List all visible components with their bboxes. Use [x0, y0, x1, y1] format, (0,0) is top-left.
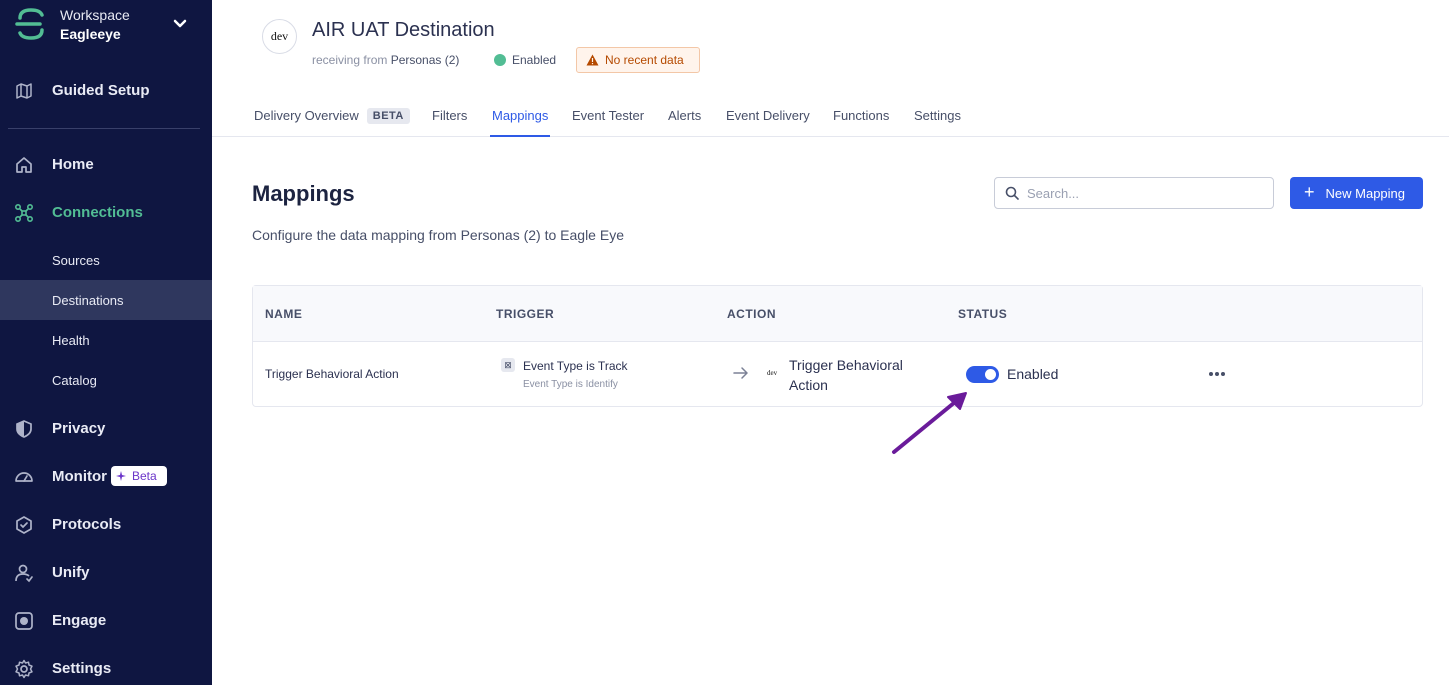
chevron-down-icon [173, 19, 187, 28]
sidebar-item-engage[interactable]: Engage [0, 603, 212, 639]
sidebar-item-guided-setup[interactable]: Guided Setup [0, 73, 212, 109]
tab-functions[interactable]: Functions [833, 108, 889, 137]
plus-icon: + [1304, 182, 1315, 202]
sidebar-item-home[interactable]: Home [0, 147, 212, 183]
destination-logo: dev [262, 19, 297, 54]
protocols-icon [16, 516, 32, 534]
connections-icon [14, 203, 34, 223]
sidebar-item-protocols[interactable]: Protocols [0, 507, 212, 543]
beta-badge: Beta [111, 466, 167, 486]
sidebar-item-settings[interactable]: Settings [0, 651, 212, 685]
tab-delivery-overview[interactable]: Delivery Overview BETA [254, 108, 410, 137]
arrow-right-icon [733, 367, 748, 379]
sidebar-item-label: Settings [52, 660, 112, 677]
gauge-icon [15, 472, 33, 482]
sidebar-item-privacy[interactable]: Privacy [0, 411, 212, 447]
sidebar-item-label: Engage [52, 612, 107, 629]
column-header-action: ACTION [727, 307, 776, 321]
column-header-status: STATUS [958, 307, 1008, 321]
workspace-name: Eagleeye [60, 26, 121, 42]
sidebar-subitem-sources[interactable]: Sources [0, 240, 212, 280]
sidebar-item-label: Privacy [52, 420, 106, 437]
sidebar-divider [8, 128, 200, 129]
annotation-arrow-icon [892, 392, 967, 454]
sidebar-item-label: Monitor [52, 468, 107, 485]
unify-icon [15, 564, 33, 583]
new-mapping-button[interactable]: + New Mapping [1290, 177, 1423, 209]
destination-status: Enabled [494, 52, 556, 68]
sidebar-item-label: Connections [52, 204, 143, 221]
sidebar-item-monitor[interactable]: Monitor Beta [0, 459, 212, 495]
no-recent-data-badge: No recent data [576, 47, 700, 73]
sidebar-subitem-label: Destinations [52, 293, 124, 308]
toggle-knob [985, 369, 996, 380]
workspace-label: Workspace [60, 7, 130, 23]
trigger-condition-secondary: Event Type is Identify [523, 379, 618, 390]
status-label: Enabled [512, 53, 557, 67]
more-options-icon[interactable] [1205, 364, 1229, 384]
mapping-name: Trigger Behavioral Action [265, 367, 399, 381]
receiving-source-link[interactable]: Personas (2) [391, 53, 460, 67]
status-label: Enabled [1007, 366, 1059, 382]
tab-event-delivery[interactable]: Event Delivery [726, 108, 810, 137]
sidebar-subitem-label: Sources [52, 253, 100, 268]
tab-label: Delivery Overview [254, 108, 359, 123]
warning-icon [586, 54, 599, 66]
sidebar: Workspace Eagleeye Guided Setup Home Con… [0, 0, 212, 685]
workspace-switcher[interactable]: Workspace Eagleeye [0, 0, 212, 56]
sidebar-item-connections[interactable]: Connections [0, 195, 212, 231]
sidebar-subitem-catalog[interactable]: Catalog [0, 360, 212, 400]
sidebar-subitem-health[interactable]: Health [0, 320, 212, 360]
tab-filters[interactable]: Filters [432, 108, 467, 137]
search-box[interactable] [994, 177, 1274, 209]
tab-mappings[interactable]: Mappings [490, 108, 551, 137]
sidebar-item-label: Guided Setup [52, 82, 150, 99]
tab-alerts[interactable]: Alerts [668, 108, 701, 137]
section-description: Configure the data mapping from Personas… [252, 227, 624, 243]
sidebar-item-label: Home [52, 156, 94, 173]
beta-badge-label: Beta [132, 469, 157, 483]
status-dot-icon [494, 54, 506, 66]
section-title: Mappings [252, 181, 355, 206]
engage-icon [15, 612, 33, 630]
table-header: NAME TRIGGER ACTION STATUS [253, 286, 1422, 342]
sidebar-subitem-label: Health [52, 333, 90, 348]
receiving-prefix: receiving from [312, 53, 388, 67]
trigger-condition: Event Type is Track [523, 359, 628, 373]
home-icon [16, 157, 32, 173]
tab-settings[interactable]: Settings [914, 108, 961, 137]
action-logo: dev [767, 369, 778, 377]
mappings-table: NAME TRIGGER ACTION STATUS Trigger Behav… [252, 285, 1423, 407]
sidebar-subitem-destinations[interactable]: Destinations [0, 280, 212, 320]
receiving-from: receiving from Personas (2) [312, 52, 459, 68]
sparkle-icon [116, 471, 126, 481]
gear-icon [15, 659, 33, 679]
segment-logo-icon [15, 8, 44, 40]
column-header-trigger: TRIGGER [496, 307, 555, 321]
search-icon [1005, 186, 1019, 200]
sidebar-item-label: Protocols [52, 516, 122, 533]
search-input[interactable] [1027, 185, 1257, 201]
tab-beta-badge: BETA [366, 108, 410, 124]
warning-label: No recent data [605, 53, 684, 67]
page-title: AIR UAT Destination [312, 19, 495, 41]
trigger-icon: ⊠ [501, 358, 515, 372]
map-icon [16, 83, 32, 99]
column-header-name: NAME [265, 307, 303, 321]
tab-event-tester[interactable]: Event Tester [572, 108, 644, 137]
shield-icon [16, 420, 32, 438]
table-row[interactable]: Trigger Behavioral Action ⊠ Event Type i… [253, 342, 1422, 406]
new-mapping-label: New Mapping [1325, 185, 1406, 201]
sidebar-item-label: Unify [52, 564, 90, 581]
tab-bar: Delivery Overview BETA Filters Mappings E… [212, 96, 1449, 137]
sidebar-item-unify[interactable]: Unify [0, 555, 212, 591]
sidebar-subitem-label: Catalog [52, 373, 97, 388]
